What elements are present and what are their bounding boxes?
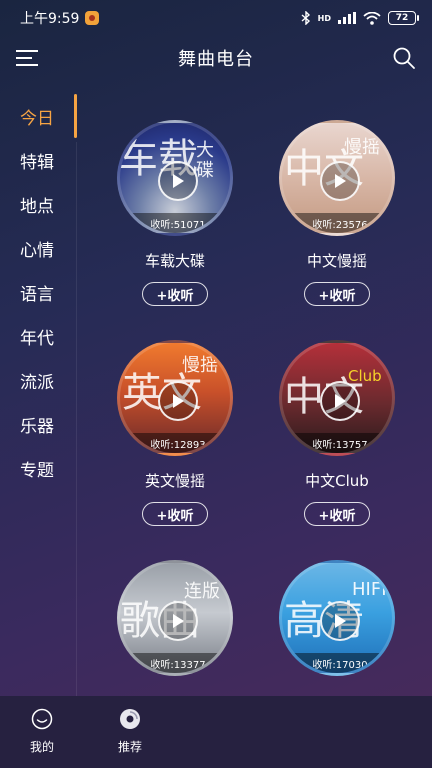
station-cover[interactable]: 车载 大碟 收听:51071 (117, 120, 233, 236)
station-name: 英文慢摇 (144, 472, 205, 490)
station-card: 英文 慢摇 收听:12893 英文慢摇 +收听 (100, 340, 250, 540)
station-card: 车载 大碟 收听:51071 车载大碟 +收听 (100, 120, 250, 320)
smile-icon (31, 708, 53, 730)
disc-icon (120, 709, 140, 729)
play-icon (173, 614, 184, 628)
station-name: 车载大碟 (144, 252, 205, 270)
collect-button[interactable]: +收听 (142, 502, 208, 526)
nav-recommend[interactable]: 推荐 (100, 708, 160, 760)
sidebar-item-special[interactable]: 特辑 (0, 140, 78, 180)
listen-count: 收听:13757 (282, 433, 392, 453)
sidebar-item-instrument[interactable]: 乐器 (0, 404, 78, 444)
sidebar-item-era[interactable]: 年代 (0, 316, 78, 356)
bottom-nav: 我的 推荐 (0, 696, 432, 768)
station-cover[interactable]: 高清 HIFI 收听:17030 (279, 560, 395, 676)
station-cover[interactable]: 英文 慢摇 收听:12893 (117, 340, 233, 456)
battery-level: 72 (395, 13, 409, 23)
nav-mine-label: 我的 (29, 740, 54, 754)
battery-indicator: 72 (388, 11, 419, 25)
station-cover[interactable]: 中文 Club 收听:13757 (279, 340, 395, 456)
cover-title-small: HIFI (352, 579, 387, 600)
category-sidebar: 今日 特辑 地点 心情 语言 年代 流派 乐器 专题 (0, 92, 78, 722)
listen-count: 收听:23576 (282, 213, 392, 233)
play-button[interactable] (158, 161, 198, 201)
play-icon (335, 614, 346, 628)
cover-title-small: 慢摇 (182, 355, 218, 376)
title-bar: 舞曲电台 (0, 36, 432, 80)
status-right: HD 72 (301, 11, 419, 25)
play-icon (173, 174, 184, 188)
app-notification-icon (85, 11, 100, 25)
cover-title-small: 连版 (184, 581, 220, 602)
nav-recommend-label: 推荐 (117, 740, 142, 754)
station-card: 中文 Club 收听:13757 中文Club +收听 (262, 340, 412, 540)
sidebar-item-genre[interactable]: 流派 (0, 360, 78, 400)
sidebar-item-topic[interactable]: 专题 (0, 448, 78, 488)
status-left: 上午9:59 (20, 8, 100, 28)
collect-button[interactable]: +收听 (142, 282, 208, 306)
listen-count: 收听:51071 (120, 213, 230, 233)
status-bar: 上午9:59 HD 72 (0, 0, 432, 36)
play-button[interactable] (320, 601, 360, 641)
play-icon (335, 394, 346, 408)
status-time: 上午9:59 (20, 11, 80, 27)
station-name: 中文慢摇 (306, 252, 367, 270)
bluetooth-icon (301, 11, 310, 25)
station-cover[interactable]: 歌曲 连版 收听:13377 (117, 560, 233, 676)
network-type: HD (317, 13, 331, 23)
sidebar-item-language[interactable]: 语言 (0, 272, 78, 312)
search-icon[interactable] (392, 46, 416, 70)
sidebar-item-today[interactable]: 今日 (0, 96, 78, 136)
play-button[interactable] (158, 601, 198, 641)
collect-button[interactable]: +收听 (304, 282, 370, 306)
play-button[interactable] (320, 381, 360, 421)
collect-button[interactable]: +收听 (304, 502, 370, 526)
nav-mine[interactable]: 我的 (12, 708, 72, 760)
play-icon (173, 394, 184, 408)
station-card: 中文 慢摇 收听:23576 中文慢摇 +收听 (262, 120, 412, 320)
sidebar-item-mood[interactable]: 心情 (0, 228, 78, 268)
wifi-icon (363, 11, 381, 25)
play-icon (335, 174, 346, 188)
cover-title-small: Club (348, 367, 382, 385)
menu-icon[interactable] (16, 48, 38, 68)
station-cover[interactable]: 中文 慢摇 收听:23576 (279, 120, 395, 236)
signal-icon (338, 12, 356, 24)
listen-count: 收听:12893 (120, 433, 230, 453)
listen-count: 收听:17030 (282, 653, 392, 673)
cover-title-small: 慢摇 (344, 137, 380, 158)
station-name: 中文Club (305, 472, 369, 490)
page-title: 舞曲电台 (178, 49, 254, 70)
cover-title-small: 大碟 (196, 140, 214, 181)
sidebar-item-place[interactable]: 地点 (0, 184, 78, 224)
play-button[interactable] (320, 161, 360, 201)
play-button[interactable] (158, 381, 198, 421)
listen-count: 收听:13377 (120, 653, 230, 673)
